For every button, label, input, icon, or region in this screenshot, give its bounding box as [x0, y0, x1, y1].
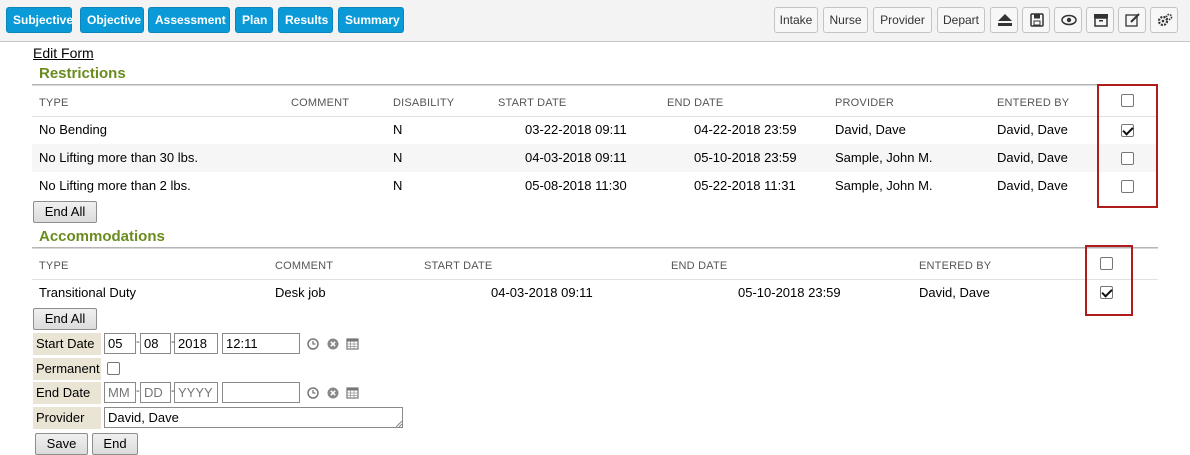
restrictions-end-all-button[interactable]: End All [33, 201, 97, 223]
end-date-label: End Date [33, 382, 101, 404]
archive-button[interactable] [1086, 7, 1114, 33]
permanent-checkbox[interactable] [107, 362, 120, 375]
save-icon-button[interactable] [1022, 7, 1050, 33]
accommodations-header-entered-by: ENTERED BY [919, 260, 992, 272]
restriction-type: No Bending [39, 122, 107, 137]
restriction-entered-by: David, Dave [997, 122, 1068, 137]
end-date-day-input[interactable] [140, 382, 171, 403]
calendar-icon[interactable] [346, 337, 359, 350]
restriction-end-date: 05-22-2018 11:31 [694, 178, 796, 193]
restrictions-header-comment: COMMENT [291, 97, 350, 109]
accommodations-header-line [32, 279, 1158, 280]
settings-icon [1157, 13, 1173, 27]
archive-icon [1094, 14, 1108, 27]
tab-subjective[interactable]: Subjective [6, 7, 73, 33]
accommodation-end-date: 05-10-2018 23:59 [738, 285, 841, 300]
end-time-input[interactable] [222, 382, 300, 403]
start-date-day-input[interactable] [140, 333, 171, 354]
restrictions-header-disability: DISABILITY [393, 97, 455, 109]
clear-icon[interactable] [327, 338, 339, 350]
restrictions-header-provider: PROVIDER [835, 97, 895, 109]
restriction-provider: Sample, John M. [835, 150, 933, 165]
settings-button[interactable] [1150, 7, 1178, 33]
accommodations-header-end-date: END DATE [671, 260, 728, 272]
permanent-label: Permanent [33, 358, 101, 380]
restriction-disability: N [393, 122, 403, 137]
restriction-type: No Lifting more than 30 lbs. [39, 150, 198, 165]
accommodation-start-date: 04-03-2018 09:11 [491, 285, 593, 300]
edit-icon [1125, 13, 1140, 27]
tab-plan[interactable]: Plan [235, 7, 273, 33]
clear-icon[interactable] [327, 387, 339, 399]
eject-button[interactable] [990, 7, 1018, 33]
save-button[interactable]: Save [35, 433, 88, 455]
restriction-provider: Sample, John M. [835, 178, 933, 193]
calendar-icon[interactable] [346, 386, 359, 399]
restrictions-header-line [32, 116, 1158, 117]
end-date-month-input[interactable] [104, 382, 136, 403]
clock-icon[interactable] [307, 387, 319, 399]
eject-icon [998, 14, 1012, 26]
eye-icon [1061, 14, 1077, 26]
end-button[interactable]: End [92, 433, 138, 455]
tab-objective[interactable]: Objective [80, 7, 144, 33]
provider-label: Provider [33, 407, 101, 429]
save-icon [1030, 13, 1044, 27]
nurse-button[interactable]: Nurse [823, 7, 868, 33]
depart-button[interactable]: Depart [937, 7, 985, 33]
restriction-start-date: 04-03-2018 09:11 [525, 150, 627, 165]
accommodations-checkbox-highlight [1085, 245, 1133, 316]
start-date-label: Start Date [33, 333, 101, 355]
restrictions-divider [32, 84, 1158, 86]
restrictions-header-entered-by: ENTERED BY [997, 97, 1070, 109]
restrictions-checkbox-highlight [1097, 84, 1158, 208]
restriction-end-date: 04-22-2018 23:59 [694, 122, 797, 137]
tab-results[interactable]: Results [278, 7, 333, 33]
restriction-disability: N [393, 178, 403, 193]
intake-button[interactable]: Intake [774, 7, 818, 33]
start-date-year-input[interactable] [174, 333, 218, 354]
restriction-entered-by: David, Dave [997, 178, 1068, 193]
restriction-disability: N [393, 150, 403, 165]
edit-button[interactable] [1118, 7, 1146, 33]
restriction-entered-by: David, Dave [997, 150, 1068, 165]
provider-button[interactable]: Provider [873, 7, 932, 33]
restrictions-header-end-date: END DATE [667, 97, 724, 109]
edit-form-link[interactable]: Edit Form [33, 45, 94, 61]
tab-summary[interactable]: Summary [338, 7, 404, 33]
accommodation-comment: Desk job [275, 285, 326, 300]
accommodation-type: Transitional Duty [39, 285, 137, 300]
accommodations-header-start-date: START DATE [424, 260, 493, 272]
restriction-type: No Lifting more than 2 lbs. [39, 178, 191, 193]
end-date-year-input[interactable] [174, 382, 218, 403]
clock-icon[interactable] [307, 338, 319, 350]
restrictions-title: Restrictions [39, 65, 126, 82]
tab-assessment[interactable]: Assessment [148, 7, 230, 33]
restriction-provider: David, Dave [835, 122, 906, 137]
restrictions-header-start-date: START DATE [498, 97, 567, 109]
restriction-start-date: 05-08-2018 11:30 [525, 178, 627, 193]
top-toolbar: Subjective Objective Assessment Plan Res… [0, 0, 1190, 42]
accommodations-header-comment: COMMENT [275, 260, 334, 272]
provider-input[interactable]: David, Dave [104, 407, 403, 428]
accommodation-entered-by: David, Dave [919, 285, 990, 300]
accommodations-title: Accommodations [39, 228, 165, 245]
restrictions-header-type: TYPE [39, 97, 69, 109]
accommodations-end-all-button[interactable]: End All [33, 308, 97, 330]
restriction-end-date: 05-10-2018 23:59 [694, 150, 797, 165]
view-button[interactable] [1054, 7, 1082, 33]
restriction-start-date: 03-22-2018 09:11 [525, 122, 627, 137]
start-time-input[interactable] [222, 333, 300, 354]
accommodations-divider [32, 247, 1158, 249]
start-date-month-input[interactable] [104, 333, 136, 354]
resize-handle-icon[interactable] [396, 421, 402, 427]
accommodations-header-type: TYPE [39, 260, 69, 272]
